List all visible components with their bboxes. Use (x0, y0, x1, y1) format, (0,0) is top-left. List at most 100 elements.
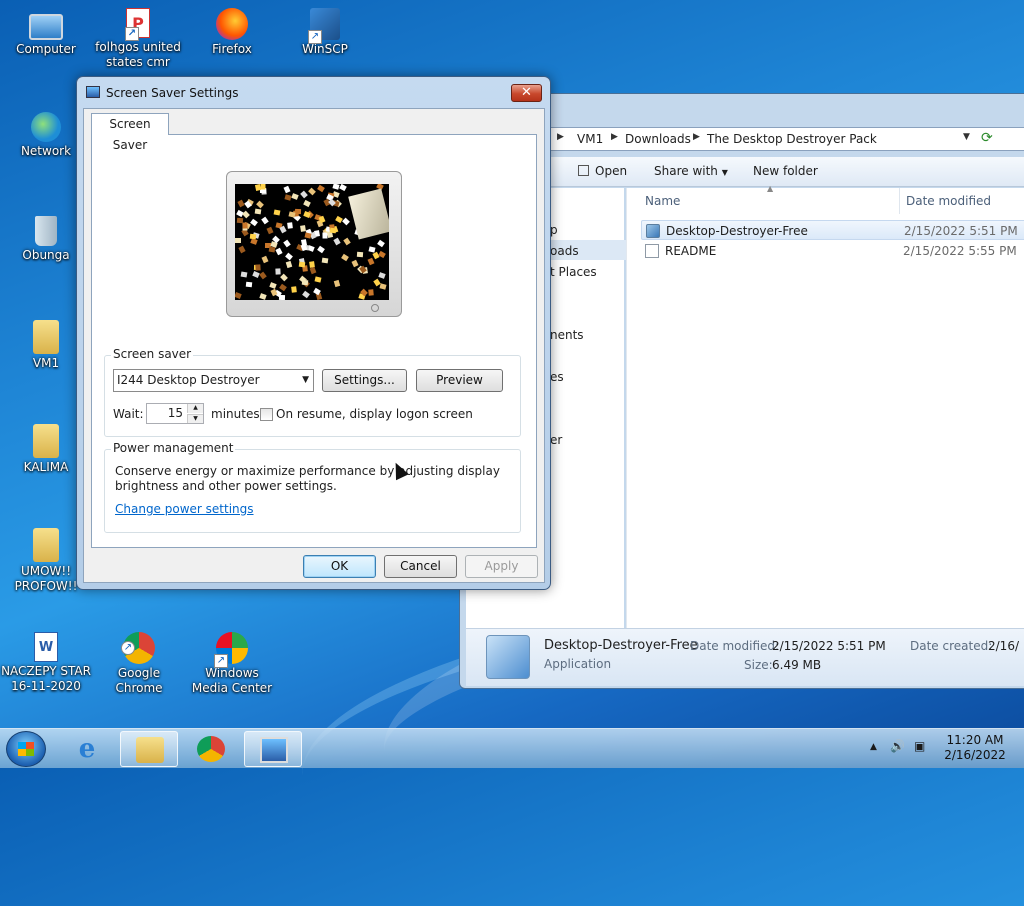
column-header-name[interactable]: Name (645, 188, 680, 214)
new-folder-button[interactable]: New folder (753, 164, 818, 178)
desktop-icon-naczepy[interactable]: W NACZEPY STAR 16-11-2020 (1, 632, 91, 694)
volume-icon[interactable]: 🔊 (890, 739, 905, 753)
screen-saver-settings-dialog[interactable]: Screen Saver Settings ✕ Screen Saver Scr… (76, 76, 551, 590)
monitor-power-button-icon (371, 304, 379, 312)
confetti-piece (318, 215, 326, 224)
open-button[interactable]: Open (578, 164, 627, 178)
network-icon (31, 112, 61, 142)
apply-button[interactable]: Apply (465, 555, 538, 578)
nav-item-desktop[interactable]: p (550, 223, 558, 237)
settings-button[interactable]: Settings... (322, 369, 407, 392)
details-date-modified-label: Date modified: (690, 639, 780, 653)
confetti-piece (280, 273, 288, 282)
desktop-icon-computer[interactable]: Computer (1, 8, 91, 57)
desktop-icon-winscp[interactable]: WinSCP (280, 8, 370, 57)
taskbar-chrome[interactable] (182, 731, 240, 767)
confetti-piece (240, 271, 248, 278)
nav-item-pictures[interactable]: es (550, 370, 564, 384)
desktop-icon-label: folhgos united states cmr (95, 40, 181, 69)
file-date: 2/15/2022 5:55 PM (903, 244, 1017, 258)
confetti-piece (279, 225, 287, 234)
folder-icon (33, 424, 59, 458)
preview-button[interactable]: Preview (416, 369, 503, 392)
network-status-icon[interactable]: ▣ (914, 739, 925, 753)
power-description-line-1: Conserve energy or maximize performance … (115, 464, 500, 478)
nav-item-computer[interactable]: er (550, 433, 562, 447)
system-clock[interactable]: 11:20 AM 2/16/2022 (940, 733, 1010, 763)
close-button[interactable]: ✕ (511, 84, 542, 102)
chrome-icon (197, 736, 225, 762)
share-with-button[interactable]: Share with ▼ (654, 164, 728, 178)
confetti-piece (261, 255, 269, 264)
show-hidden-icons-icon[interactable]: ▲ (870, 742, 877, 752)
confetti-piece (343, 237, 351, 246)
nav-item-documents[interactable]: nents (550, 328, 584, 342)
resume-logon-label[interactable]: On resume, display logon screen (276, 407, 473, 421)
sort-arrow-icon: ▲ (767, 184, 774, 193)
breadcrumb-arrow-icon: ▶ (557, 132, 564, 142)
confetti-piece (367, 257, 375, 266)
confetti-piece (329, 227, 337, 234)
confetti-piece (333, 237, 341, 246)
confetti-piece (303, 199, 311, 208)
nav-item-recent-places[interactable]: t Places (550, 265, 597, 279)
confetti-piece (283, 185, 291, 194)
taskbar-screen-saver-settings[interactable] (244, 731, 302, 767)
confetti-piece (273, 209, 281, 216)
clock-date: 2/16/2022 (944, 748, 1006, 762)
confetti-piece (285, 252, 293, 261)
breadcrumb-downloads[interactable]: Downloads (625, 132, 691, 146)
application-large-icon (486, 635, 530, 679)
details-size: 6.49 MB (772, 658, 822, 672)
confetti-piece (259, 293, 267, 300)
spin-down-icon[interactable]: ▼ (187, 414, 203, 423)
file-name: Desktop-Destroyer-Free (666, 224, 808, 238)
confetti-piece (285, 260, 293, 269)
desktop-icon-folhgos[interactable]: P folhgos united states cmr (93, 8, 183, 70)
confetti-piece (351, 259, 359, 268)
change-power-settings-link[interactable]: Change power settings (115, 502, 254, 516)
address-bar[interactable]: ▶ VM1 ▶ Downloads ▶ The Desktop Destroye… (550, 127, 1024, 151)
screensaver-preview-monitor (226, 171, 402, 317)
file-date: 2/15/2022 5:51 PM (904, 224, 1018, 238)
file-row[interactable]: Desktop-Destroyer-Free 2/15/2022 5:51 PM (641, 220, 1024, 240)
confetti-piece (256, 200, 264, 209)
confetti-piece (254, 208, 262, 215)
open-button-label: Open (595, 164, 628, 178)
dialog-title: Screen Saver Settings (106, 86, 239, 100)
refresh-icon[interactable]: ⟳ (981, 130, 993, 146)
column-header-date-modified[interactable]: Date modified (906, 188, 991, 214)
resume-logon-checkbox[interactable] (260, 408, 273, 421)
column-divider[interactable] (899, 188, 900, 214)
desktop-icon-chrome[interactable]: Google Chrome (94, 632, 184, 696)
confetti-piece (278, 294, 286, 300)
confetti-piece (291, 193, 299, 200)
winscp-icon (308, 8, 340, 44)
file-row[interactable]: README 2/15/2022 5:55 PM (641, 241, 1024, 261)
screensaver-group: Screen saver I244 Desktop Destroyer ▼ Se… (104, 347, 521, 437)
ok-button[interactable]: OK (303, 555, 376, 578)
taskbar-windows-explorer[interactable] (120, 731, 178, 767)
confetti-piece (287, 222, 293, 229)
desktop-icon-media-center[interactable]: Windows Media Center (187, 632, 277, 696)
confetti-piece (242, 210, 250, 219)
confetti-piece (333, 279, 341, 288)
screensaver-preview-screen (235, 184, 389, 300)
spin-up-icon[interactable]: ▲ (187, 404, 203, 413)
screensaver-select[interactable]: I244 Desktop Destroyer ▼ (113, 369, 314, 392)
tab-screen-saver[interactable]: Screen Saver (91, 113, 169, 152)
breadcrumb-current-folder[interactable]: The Desktop Destroyer Pack (707, 132, 877, 146)
address-dropdown-icon[interactable]: ▼ (963, 132, 970, 142)
wait-minutes-stepper[interactable]: 15 ▲ ▼ (146, 403, 204, 424)
start-button[interactable] (6, 731, 46, 767)
confetti-piece (260, 184, 266, 190)
nav-item-downloads[interactable]: oads (550, 244, 579, 258)
breadcrumb-vm1[interactable]: VM1 (577, 132, 603, 146)
taskbar-internet-explorer[interactable]: e (58, 731, 116, 767)
desktop-icon-firefox[interactable]: Firefox (187, 8, 277, 57)
media-center-icon (214, 632, 248, 668)
confetti-piece (308, 187, 316, 196)
file-list[interactable]: Name ▲ Date modified Desktop-Destroyer-F… (626, 184, 1024, 628)
recycle-bin-icon (35, 216, 57, 246)
cancel-button[interactable]: Cancel (384, 555, 457, 578)
